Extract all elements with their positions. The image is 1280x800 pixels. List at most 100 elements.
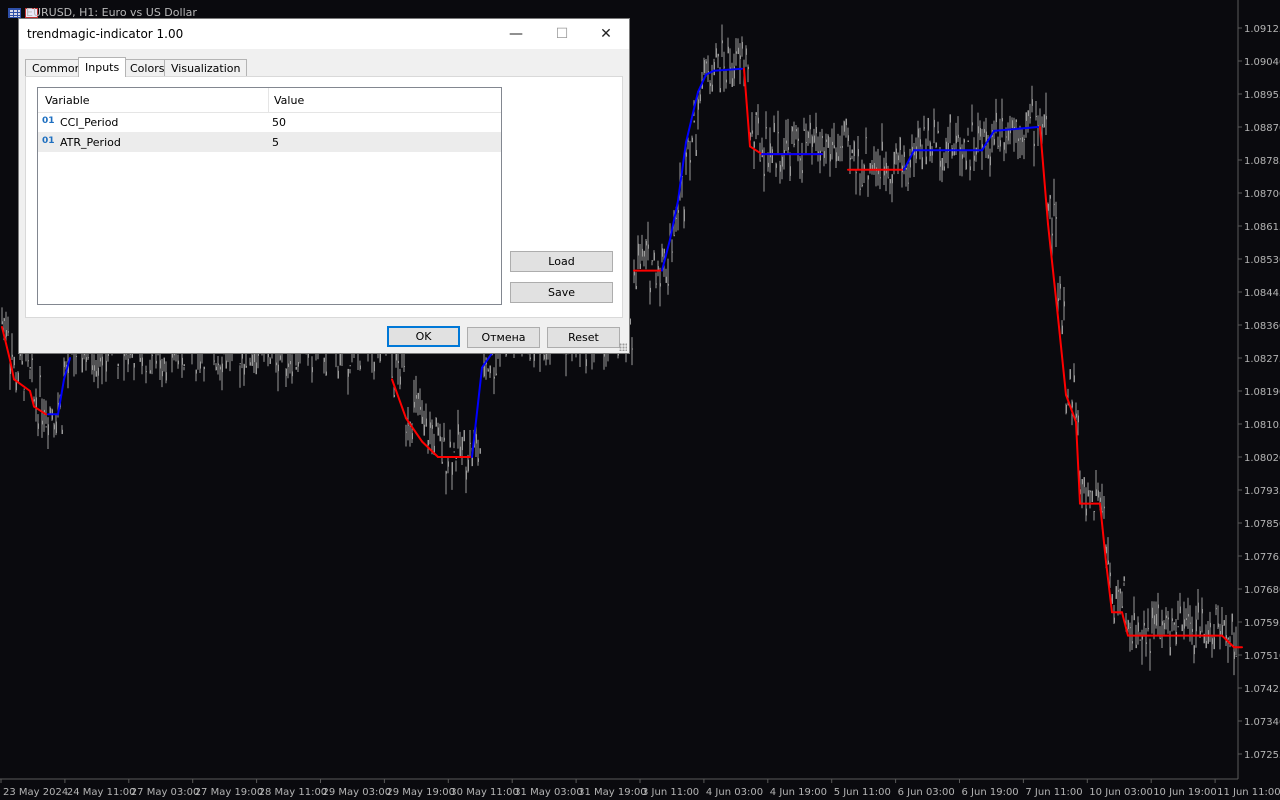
candle-body [999, 140, 1001, 147]
reset-button[interactable]: Reset [547, 327, 620, 348]
candle-body [75, 356, 77, 358]
candle-body [1073, 375, 1075, 383]
candle-body [1199, 631, 1201, 635]
candle-body [1129, 627, 1131, 629]
trend-magic-segment [713, 67, 743, 72]
candle-body [801, 170, 803, 174]
candle-body [1119, 588, 1121, 594]
time-tick-label: 7 Jun 11:00 [1025, 787, 1082, 798]
candle-body [907, 182, 909, 184]
candle-body [453, 451, 455, 453]
cancel-button[interactable]: Отмена [467, 327, 540, 348]
candle-body [55, 421, 57, 434]
candle-body [753, 141, 755, 148]
ok-button[interactable]: OK [387, 326, 460, 347]
dialog-titlebar[interactable]: trendmagic-indicator 1.00 — ☐ ✕ [19, 19, 629, 49]
candle-body [645, 240, 647, 246]
candle-body [1155, 613, 1157, 626]
candle-body [183, 364, 185, 367]
candle-body [637, 243, 639, 256]
maximize-button[interactable]: ☐ [539, 19, 585, 49]
price-tick-label: 1.08020 [1244, 453, 1280, 464]
candle-body [725, 79, 727, 83]
candle-body [915, 146, 917, 159]
candle-body [1099, 497, 1101, 502]
resize-grip-icon[interactable] [619, 343, 627, 351]
candle-body [631, 348, 633, 350]
candle-body [1191, 628, 1193, 632]
candle-body [741, 41, 743, 49]
candle-body [661, 248, 663, 257]
candle-body [633, 271, 635, 276]
candle-body [1193, 645, 1195, 655]
price-tick-label: 1.09040 [1244, 57, 1280, 68]
candle-body [221, 363, 223, 373]
candle-body [403, 366, 405, 368]
candle-body [735, 51, 737, 54]
candle-body [1003, 142, 1005, 150]
price-tick-label: 1.07255 [1244, 750, 1280, 761]
candle-body [1141, 636, 1143, 640]
candle-body [847, 135, 849, 142]
table-row[interactable]: 01 ATR_Period 5 [38, 132, 501, 152]
candle-body [455, 457, 457, 459]
load-button[interactable]: Load [510, 251, 613, 272]
candle-body [993, 139, 995, 145]
candle-body [943, 166, 945, 171]
candle-body [1, 321, 3, 325]
price-tick-label: 1.08955 [1244, 90, 1280, 101]
close-button[interactable]: ✕ [583, 19, 629, 49]
candle-body [249, 362, 251, 366]
tab-inputs[interactable]: Inputs [78, 57, 127, 77]
candle-body [1223, 620, 1225, 626]
candle-body [795, 129, 797, 132]
candle-body [3, 318, 5, 322]
table-icon[interactable] [8, 8, 21, 18]
minimize-button[interactable]: — [493, 19, 539, 49]
candle-body [757, 117, 759, 124]
candle-body [39, 375, 41, 378]
candle-body [1063, 301, 1065, 307]
candle-body [965, 160, 967, 170]
candle-body [177, 360, 179, 365]
candle-body [245, 365, 247, 368]
candle-body [967, 140, 969, 142]
candle-body [127, 358, 129, 365]
candle-body [983, 129, 985, 133]
candle-body [655, 283, 657, 285]
save-button[interactable]: Save [510, 282, 613, 303]
variable-value[interactable]: 50 [272, 116, 286, 129]
candle-body [667, 283, 669, 286]
candle-body [1147, 628, 1149, 630]
price-tick-label: 1.07340 [1244, 717, 1280, 728]
candle-body [639, 263, 641, 269]
price-tick-label: 1.07595 [1244, 618, 1280, 629]
tab-visualization[interactable]: Visualization [164, 59, 248, 76]
column-header-variable[interactable]: Variable [45, 94, 90, 107]
candle-body [1051, 233, 1053, 236]
candle-body [883, 166, 885, 176]
variable-value[interactable]: 5 [272, 136, 279, 149]
candle-body [11, 354, 13, 357]
candle-body [1173, 622, 1175, 625]
candle-body [775, 163, 777, 168]
candle-body [665, 276, 667, 283]
inputs-grid[interactable]: Variable Value 01 CCI_Period 50 01 ATR_P… [37, 87, 502, 305]
candle-body [849, 157, 851, 160]
candle-body [829, 154, 831, 162]
candle-body [1053, 203, 1055, 205]
candle-body [31, 358, 33, 361]
table-row[interactable]: 01 CCI_Period 50 [38, 112, 501, 132]
candle-body [295, 366, 297, 370]
candle-body [703, 60, 705, 73]
candle-body [1159, 638, 1161, 640]
column-header-value[interactable]: Value [274, 94, 304, 107]
candle-body [1201, 608, 1203, 614]
column-separator[interactable] [268, 88, 269, 112]
candle-body [203, 366, 205, 370]
candle-body [47, 424, 49, 436]
candle-body [311, 367, 313, 373]
candle-body [791, 126, 793, 132]
candle-body [957, 134, 959, 139]
candle-body [1001, 118, 1003, 122]
